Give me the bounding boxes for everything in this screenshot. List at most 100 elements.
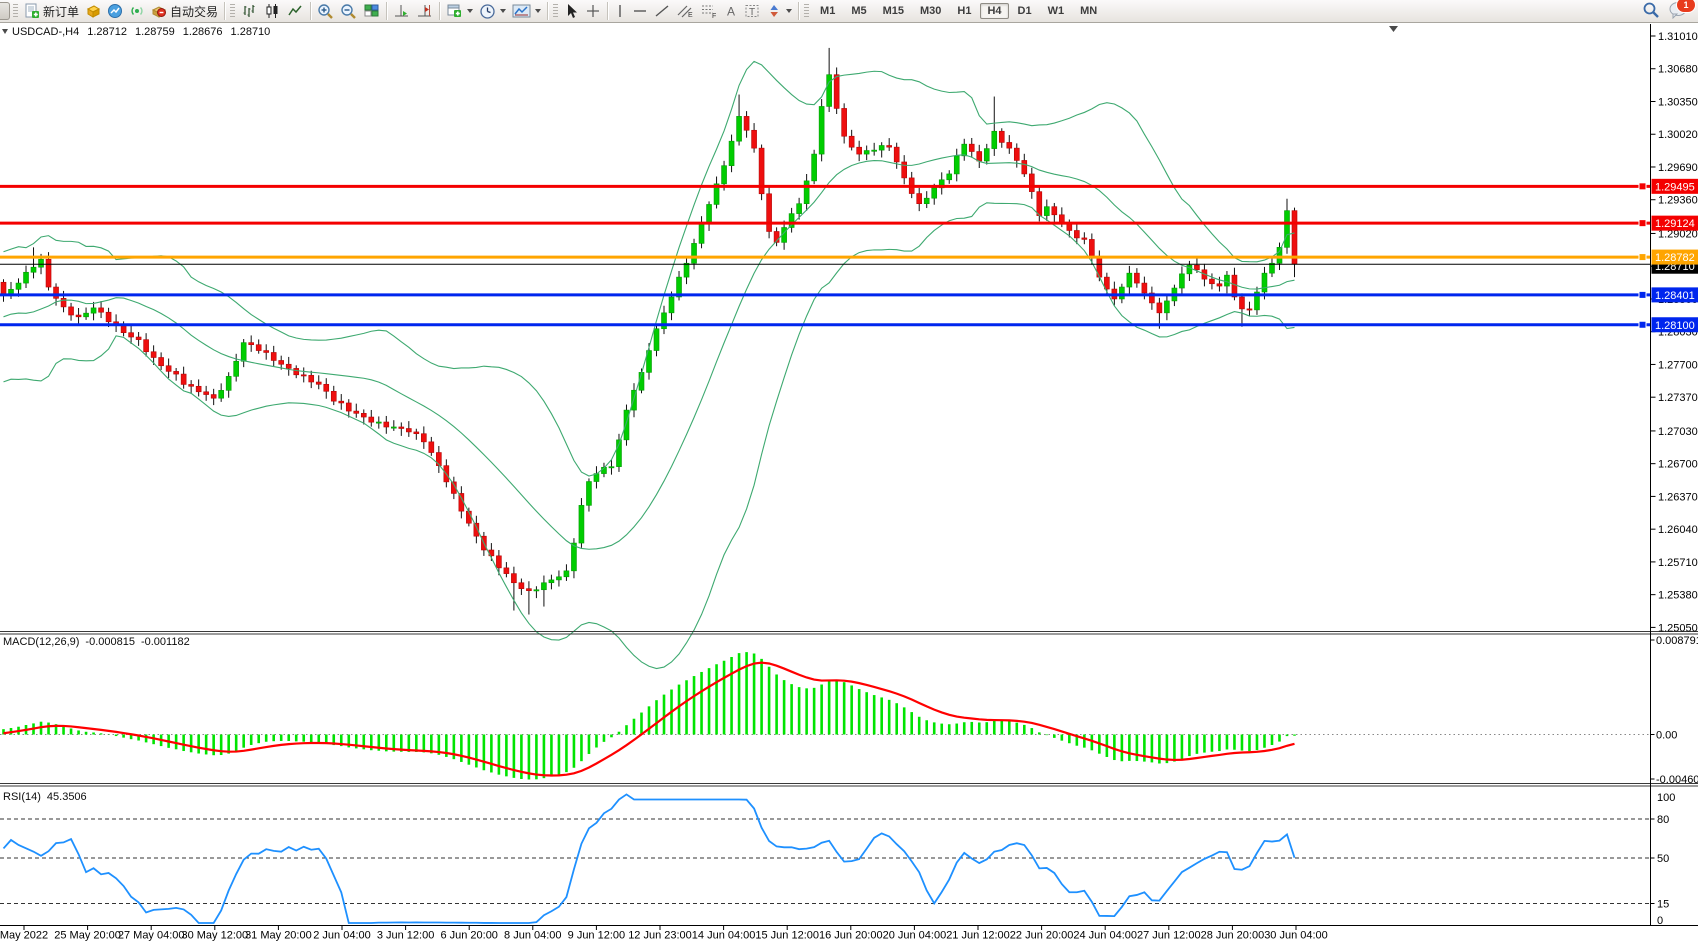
toolbar-separator [607,2,608,20]
candlestick-chart-button[interactable] [261,1,284,21]
timeframe-button-m15[interactable]: M15 [876,3,911,19]
chart-canvas[interactable]: 1.310101.306801.303501.300201.296901.293… [0,0,1698,942]
svg-text:15 Jun 12:00: 15 Jun 12:00 [755,930,819,942]
ohlc-collapse-icon[interactable] [2,29,8,34]
toolbar-grip[interactable] [804,4,809,19]
rsi-axis: 1008050150 [1651,792,1676,927]
svg-text:1.27700: 1.27700 [1658,359,1698,371]
svg-text:30 Jun 04:00: 30 Jun 04:00 [1264,930,1328,942]
rsi-indicator-label: RSI(14) 45.3506 [3,791,87,803]
toolbar-grip[interactable] [553,4,558,19]
macd-name: MACD(12,26,9) [3,636,79,648]
macd-histogram [4,652,1295,779]
signal-button[interactable] [126,1,148,21]
toolbar-separator [224,2,225,20]
timeframe-button-m1[interactable]: M1 [813,3,842,19]
svg-text:1.25380: 1.25380 [1658,590,1698,602]
clipped-icon [0,2,10,20]
svg-text:100: 100 [1657,792,1675,804]
dropdown-caret [500,9,506,13]
svg-text:1.30680: 1.30680 [1658,64,1698,76]
svg-text:1.26700: 1.26700 [1658,459,1698,471]
price-badge: 1.29495 [1655,181,1695,193]
timeframe-button-h1[interactable]: H1 [950,3,978,19]
bar-chart-button[interactable] [238,1,261,21]
signal-icon [129,3,145,19]
svg-text:0.008791: 0.008791 [1656,635,1698,647]
open-value: 1.28712 [87,26,127,38]
svg-text:0: 0 [1657,915,1663,927]
toolbar-separator [798,2,799,20]
timeframe-button-d1[interactable]: D1 [1011,3,1039,19]
blue-chart-icon [107,3,123,19]
svg-text:1.30020: 1.30020 [1658,129,1698,141]
period-button[interactable] [476,1,509,21]
svg-text:80: 80 [1657,814,1669,826]
toolbar-right: 1 [1642,1,1698,22]
zoom-in-button[interactable] [314,1,337,21]
timeframe-button-h4[interactable]: H4 [980,3,1008,19]
timeframe-bar: M1M5M15M30H1H4D1W1MN [812,3,1105,19]
new-chart-button[interactable] [443,1,476,21]
zoom-out-icon [340,3,357,20]
toolbar-separator [386,2,387,20]
timeframe-button-m5[interactable]: M5 [844,3,873,19]
chart-shift-button[interactable] [413,1,436,21]
text-tool[interactable]: A [721,1,741,21]
candlestick-chart-icon [264,3,281,19]
tile-windows-button[interactable] [360,1,383,21]
history-button[interactable] [82,1,104,21]
toolbar-grip[interactable] [13,4,18,19]
svg-text:50: 50 [1657,853,1669,865]
equidistant-channel-tool[interactable]: E [673,1,697,21]
notifications-button[interactable]: 1 [1668,1,1688,22]
chart-shift-marker[interactable] [1389,26,1398,32]
rsi-name: RSI(14) [3,791,41,803]
new-order-icon [24,3,40,19]
svg-text:May 2022: May 2022 [0,930,48,942]
svg-text:0.00: 0.00 [1656,730,1677,742]
macd-indicator-label: MACD(12,26,9) -0.000815 -0.001182 [3,636,190,648]
macd-axis: 0.0087910.00-0.004601 [1651,635,1698,786]
rsi-value: 45.3506 [47,791,87,803]
auto-scroll-button[interactable] [390,1,413,21]
mt4-window: 新订单 自动交易 [0,0,1698,942]
cursor-tool-button[interactable] [561,1,582,21]
fibonacci-tool[interactable]: F [697,1,721,21]
timeframe-button-mn[interactable]: MN [1073,3,1104,19]
autotrade-label: 自动交易 [170,3,218,20]
crosshair-tool-button[interactable] [582,1,604,21]
price-axis[interactable]: 1.310101.306801.303501.300201.296901.293… [1651,31,1698,634]
svg-text:1.31010: 1.31010 [1658,31,1698,43]
svg-text:27 May 04:00: 27 May 04:00 [118,930,185,942]
vertical-line-icon [614,3,626,19]
candles [1,48,1297,615]
close-value: 1.28710 [231,26,271,38]
svg-text:9 Jun 12:00: 9 Jun 12:00 [568,930,626,942]
template-button[interactable] [509,1,544,21]
zoom-out-button[interactable] [337,1,360,21]
autotrade-button[interactable]: 自动交易 [148,1,221,21]
toolbar-grip[interactable] [230,4,235,19]
notification-count-badge: 1 [1676,0,1696,13]
arrows-tool[interactable] [764,1,795,21]
new-order-label: 新订单 [43,3,79,20]
svg-text:E: E [688,12,693,19]
vertical-line-tool[interactable] [611,1,629,21]
new-order-button[interactable]: 新订单 [21,1,82,21]
line-chart-button[interactable] [284,1,307,21]
main-toolbar: 新订单 自动交易 [0,0,1698,23]
svg-text:24 Jun 04:00: 24 Jun 04:00 [1073,930,1137,942]
timeframe-button-w1[interactable]: W1 [1041,3,1072,19]
text-label-tool[interactable]: T [741,1,764,21]
market-watch-button[interactable] [104,1,126,21]
level-lines[interactable] [0,183,1651,328]
svg-text:F: F [712,13,716,19]
search-icon[interactable] [1642,1,1660,22]
horizontal-line-tool[interactable] [629,1,651,21]
macd-signal-value: -0.001182 [141,636,190,648]
trendline-tool[interactable] [651,1,673,21]
timeframe-button-m30[interactable]: M30 [913,3,948,19]
zoom-in-icon [317,3,334,20]
time-axis[interactable]: May 202225 May 20:0027 May 04:0030 May 1… [0,926,1328,942]
